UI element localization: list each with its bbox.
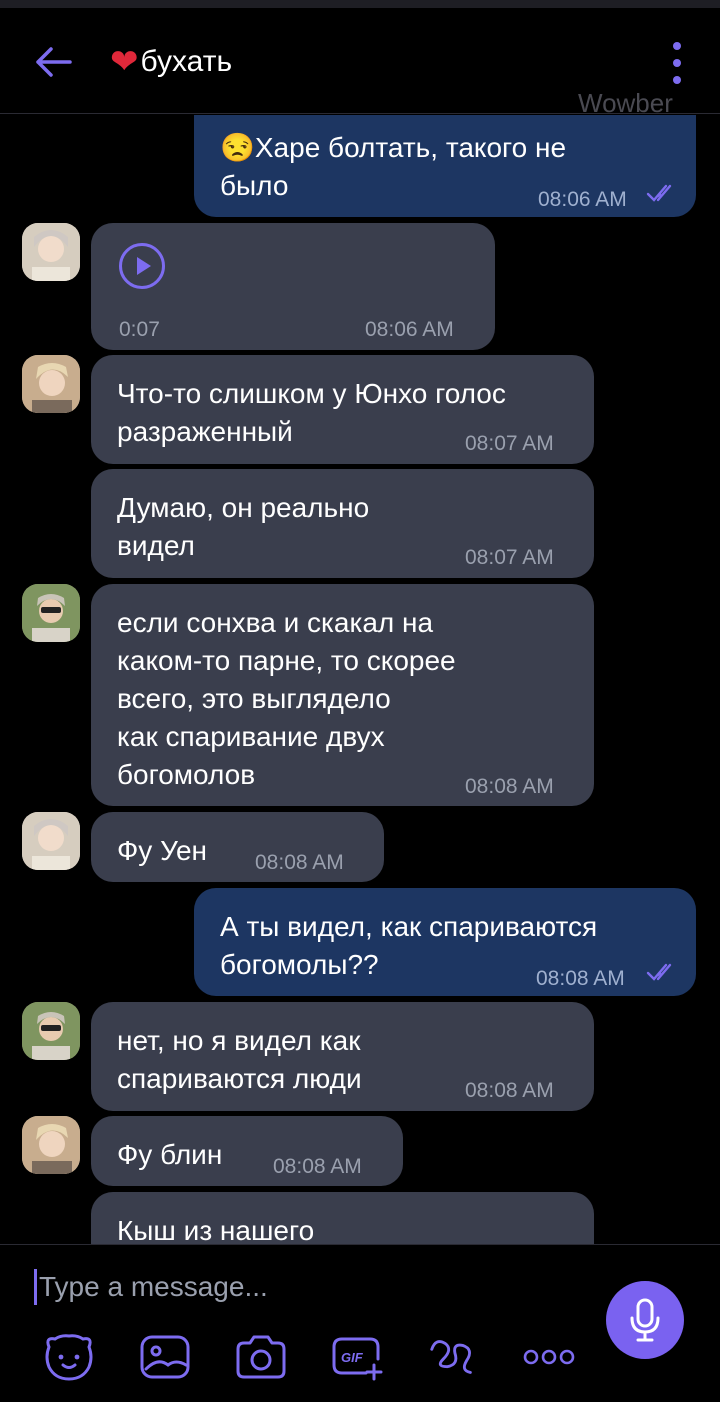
- message-time: 08:08 AM: [536, 967, 625, 990]
- message-time: 08:07 AM: [465, 546, 554, 569]
- avatar[interactable]: [22, 1116, 80, 1174]
- status-strip: [0, 0, 720, 8]
- chat-title-text: бухать: [140, 45, 233, 78]
- sticker-button[interactable]: [42, 1331, 96, 1383]
- message-time: 08:06 AM: [365, 318, 454, 341]
- message-input[interactable]: Type a message...: [34, 1265, 574, 1309]
- gallery-icon: [140, 1335, 190, 1379]
- chat-title[interactable]: ❤ бухать: [110, 42, 232, 82]
- incoming-message[interactable]: Что-то слишком у Юнхо голос разраженный …: [91, 355, 594, 464]
- message-time: 08:08 AM: [273, 1155, 362, 1178]
- gallery-button[interactable]: [138, 1331, 192, 1383]
- outgoing-message[interactable]: 😒Харе болтать, такого не было 08:06 AM: [194, 115, 696, 217]
- avatar[interactable]: [22, 1002, 80, 1060]
- svg-text:GIF: GIF: [341, 1350, 364, 1365]
- dot-icon: [673, 75, 681, 84]
- message-text: если сонхва и скакал на каком-то парне, …: [117, 607, 456, 790]
- message-time: 08:08 AM: [465, 1079, 554, 1102]
- avatar[interactable]: [22, 584, 80, 642]
- doodle-button[interactable]: [426, 1331, 480, 1383]
- read-receipt-icon: [646, 963, 672, 981]
- avatar[interactable]: [22, 223, 80, 281]
- more-menu-button[interactable]: [662, 38, 692, 88]
- voice-message[interactable]: 0:07 08:06 AM: [91, 223, 495, 350]
- more-options-button[interactable]: [522, 1331, 576, 1383]
- message-time: 08:08 AM: [465, 775, 554, 798]
- message-text: Кыш из нашего: [117, 1215, 315, 1244]
- chat-header: ❤ бухать Wowber: [0, 8, 720, 118]
- avatar[interactable]: [22, 355, 80, 413]
- microphone-icon: [630, 1298, 660, 1342]
- message-time: 08:08 AM: [255, 851, 344, 874]
- more-options-icon: [523, 1349, 575, 1365]
- incoming-message[interactable]: Фу Уен 08:08 AM: [91, 812, 384, 882]
- back-button[interactable]: [32, 42, 76, 82]
- voice-record-button[interactable]: [606, 1281, 684, 1359]
- dot-icon: [673, 42, 681, 51]
- composer: Type a message... GIF: [0, 1244, 720, 1402]
- read-receipt-icon: [646, 184, 672, 202]
- voice-duration: 0:07: [119, 318, 160, 341]
- incoming-message[interactable]: Думаю, он реально видел 08:07 AM: [91, 469, 594, 578]
- back-arrow-icon: [36, 47, 72, 77]
- outgoing-message[interactable]: А ты видел, как спариваются богомолы?? 0…: [194, 888, 696, 996]
- sticker-icon: [45, 1334, 93, 1381]
- incoming-message[interactable]: нет, но я видел как спариваются люди 08:…: [91, 1002, 594, 1111]
- heart-icon: ❤: [110, 43, 139, 81]
- incoming-message[interactable]: если сонхва и скакал на каком-то парне, …: [91, 584, 594, 806]
- message-time: 08:06 AM: [538, 188, 627, 211]
- message-time: 08:07 AM: [465, 432, 554, 455]
- gif-icon: GIF: [332, 1337, 383, 1381]
- incoming-message[interactable]: Кыш из нашего: [91, 1192, 594, 1244]
- doodle-icon: [430, 1340, 472, 1374]
- text-caret: [34, 1269, 37, 1305]
- play-icon[interactable]: [119, 243, 165, 289]
- dot-icon: [673, 58, 681, 67]
- incoming-message[interactable]: Фу блин 08:08 AM: [91, 1116, 403, 1186]
- avatar[interactable]: [22, 812, 80, 870]
- emoji-icon: 😒: [220, 132, 255, 163]
- camera-icon: [236, 1335, 286, 1379]
- message-list[interactable]: 😒Харе болтать, такого не было 08:06 AM 0…: [0, 115, 720, 1244]
- message-input-placeholder: Type a message...: [39, 1271, 268, 1302]
- camera-button[interactable]: [234, 1331, 288, 1383]
- gif-button[interactable]: GIF: [330, 1331, 384, 1383]
